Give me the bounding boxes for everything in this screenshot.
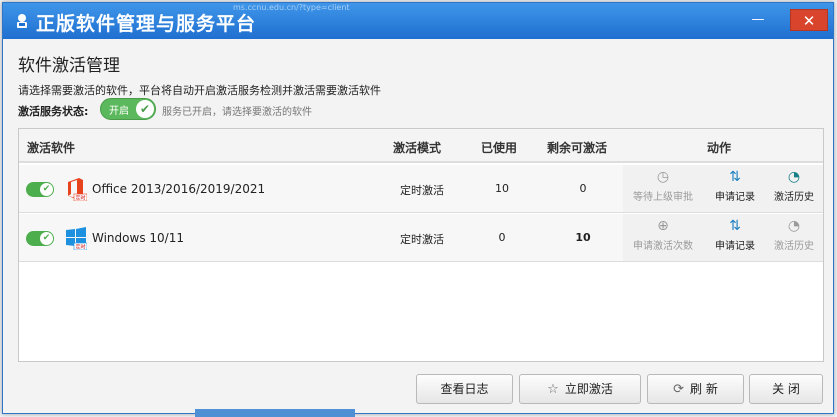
table-row: ✔ 定时 Office 2013/2016/2019/2021 定时激活 10 … [19,165,823,213]
activation-mode: 定时激活 [400,233,444,246]
await-approval-action: ◷ 等待上级审批 [623,169,703,203]
button-label: 立即激活 [564,382,613,396]
title-bar[interactable]: 正版软件管理与服务平台 ms.ccnu.edu.cn/?type=client … [3,3,833,39]
action-label: 申请激活次数 [633,241,693,252]
table-header: 激活软件 激活模式 已使用 剩余可激活 动作 [19,129,823,163]
activate-now-button[interactable]: ☆ 立即激活 [519,374,641,404]
check-icon: ✔ [40,183,53,196]
used-count: 0 [498,231,506,244]
header-mode: 激活模式 [393,141,442,155]
service-status-label: 激活服务状态: [18,105,89,118]
minimize-button[interactable]: — [745,9,771,31]
app-logo-icon [17,14,27,28]
action-label: 等待上级审批 [633,192,693,203]
apply-records-button[interactable]: ⇅ 申请记录 [705,169,765,203]
history-icon: ◔ [787,169,801,185]
svg-text:定时: 定时 [75,244,85,251]
check-icon: ✔ [40,232,53,245]
action-label: 激活历史 [774,241,814,252]
activation-history-button[interactable]: ◔ 激活历史 [765,169,823,203]
window-url: ms.ccnu.edu.cn/?type=client [233,3,350,12]
window-title: 正版软件管理与服务平台 [36,13,257,35]
star-icon: ☆ [547,382,559,397]
table-row: ✔ 定时 Windows 10/11 定时激活 0 10 ⊕ 申请激活次数 ⇅ [19,214,823,262]
request-activations-button[interactable]: ⊕ 申请激活次数 [623,218,703,252]
close-button[interactable]: 关 闭 [749,374,823,404]
page-description: 请选择需要激活的软件，平台将自动开启激活服务检测并激活需要激活软件 [18,84,381,97]
office-icon: 定时 [68,178,87,202]
header-software: 激活软件 [27,141,76,155]
service-status-switch[interactable]: 开启 ✔ [100,98,156,120]
button-label: 刷 新 [690,382,718,396]
windows-toggle[interactable]: ✔ [26,231,54,246]
action-label: 激活历史 [774,192,814,203]
close-window-button[interactable]: ✕ [790,9,828,31]
apply-records-button[interactable]: ⇅ 申请记录 [705,218,765,252]
swap-arrows-icon: ⇅ [729,169,741,185]
header-remaining: 剩余可激活 [547,141,608,155]
page-title: 软件激活管理 [18,56,120,76]
header-actions: 动作 [707,141,732,155]
office-toggle[interactable]: ✔ [26,182,54,197]
service-status-hint: 服务已开启，请选择要激活的软件 [162,107,312,118]
button-label: 关 闭 [772,382,800,396]
row-actions: ⊕ 申请激活次数 ⇅ 申请记录 ◔ 激活历史 [623,214,823,261]
main-content: 软件激活管理 请选择需要激活的软件，平台将自动开启激活服务检测并激活需要激活软件… [3,39,833,413]
header-used: 已使用 [481,141,518,155]
software-name: Windows 10/11 [92,231,184,245]
software-name: Office 2013/2016/2019/2021 [92,182,266,196]
action-label: 申请记录 [715,241,755,252]
remaining-count: 0 [579,182,587,195]
remaining-count: 10 [575,231,591,244]
swap-arrows-icon: ⇅ [729,218,741,234]
activation-history-button[interactable]: ◔ 激活历史 [765,218,823,252]
windows-icon: 定时 [66,227,87,251]
button-label: 查看日志 [440,382,489,396]
check-icon: ✔ [136,100,154,118]
clock-icon: ◷ [656,169,670,185]
svg-text:定时: 定时 [75,195,85,202]
used-count: 10 [495,182,509,195]
action-label: 申请记录 [715,192,755,203]
switch-label: 开启 [109,106,129,117]
app-window: 正版软件管理与服务平台 ms.ccnu.edu.cn/?type=client … [2,2,834,414]
plus-circle-icon: ⊕ [657,218,669,234]
background-window-strip [195,409,355,417]
software-table: 激活软件 激活模式 已使用 剩余可激活 动作 ✔ 定时 Office 2013/… [18,128,824,362]
activation-mode: 定时激活 [400,184,444,197]
refresh-icon: ⟳ [673,382,685,397]
view-log-button[interactable]: 查看日志 [416,374,513,404]
history-icon: ◔ [787,218,801,234]
row-actions: ◷ 等待上级审批 ⇅ 申请记录 ◔ 激活历史 [623,165,823,212]
refresh-button[interactable]: ⟳ 刷 新 [647,374,744,404]
